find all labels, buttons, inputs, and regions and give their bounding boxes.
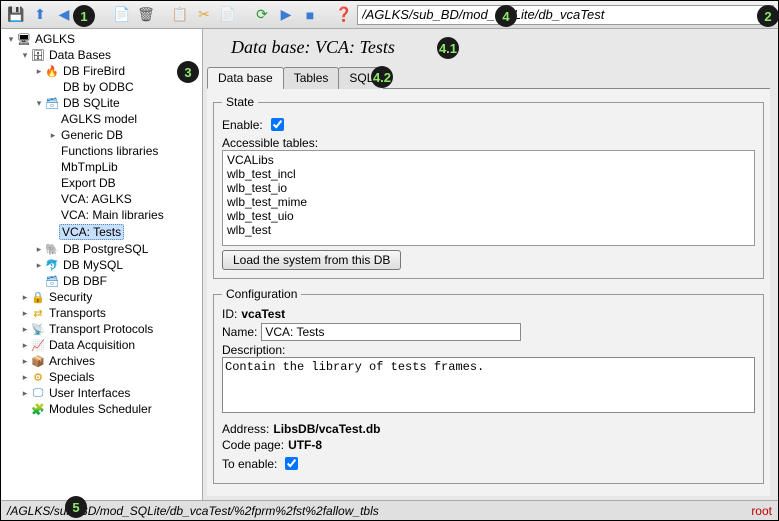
status-user[interactable]: root (751, 504, 772, 518)
page-title: Data base: VCA: Tests (207, 33, 770, 66)
tree-root[interactable]: AGLKS (33, 32, 77, 46)
list-item[interactable]: wlb_test_mime (225, 195, 752, 209)
mysql-icon: 🐬 (45, 258, 59, 272)
tree-vca-aglks[interactable]: VCA: AGLKS (59, 192, 134, 206)
ui-icon: 🖵 (31, 386, 45, 400)
stop-icon[interactable]: ■ (299, 4, 321, 26)
tree-transports[interactable]: Transports (47, 306, 108, 320)
tree-db-postgresql[interactable]: DB PostgreSQL (61, 242, 150, 256)
refresh-icon[interactable]: ⟳ (251, 4, 273, 26)
enable-label: Enable: (222, 118, 263, 132)
state-fieldset: State Enable: Accessible tables: VCALibs… (213, 95, 764, 279)
tree-vca-main-libs[interactable]: VCA: Main libraries (59, 208, 166, 222)
codepage-value: UTF-8 (288, 438, 322, 452)
config-fieldset: Configuration ID: vcaTest Name: Descripti… (213, 287, 764, 484)
tree-generic-db[interactable]: Generic DB (59, 128, 125, 142)
config-legend: Configuration (222, 287, 301, 301)
state-legend: State (222, 95, 258, 109)
tree-db-sqlite[interactable]: DB SQLite (61, 96, 122, 110)
help-icon[interactable]: ❓ (333, 4, 355, 26)
tree-db-firebird[interactable]: DB FireBird (61, 64, 127, 78)
load-system-button[interactable]: Load the system from this DB (222, 250, 401, 270)
tree-specials[interactable]: Specials (47, 370, 96, 384)
tabs: Data base Tables SQL (207, 66, 770, 89)
codepage-label: Code page: (222, 438, 284, 452)
tab-database[interactable]: Data base (207, 67, 284, 89)
id-label: ID: (222, 307, 237, 321)
name-label: Name: (222, 325, 257, 339)
protocols-icon: 📡 (31, 322, 45, 336)
id-value: vcaTest (241, 307, 285, 321)
address-value: LibsDB/vcaTest.db (273, 422, 380, 436)
copy-icon[interactable]: 📋 (169, 4, 191, 26)
address-input[interactable] (357, 5, 774, 25)
sqlite-icon: 🗃 (45, 96, 59, 110)
tree-functions-libraries[interactable]: Functions libraries (59, 144, 160, 158)
tree-mbtmplib[interactable]: MbTmpLib (59, 160, 120, 174)
tree-export-db[interactable]: Export DB (59, 176, 118, 190)
content-pane: Data base: VCA: Tests Data base Tables S… (203, 29, 778, 500)
enable-checkbox[interactable] (271, 118, 284, 131)
tree-db-dbf[interactable]: DB DBF (61, 274, 109, 288)
tree-archives[interactable]: Archives (47, 354, 97, 368)
tree-modules-scheduler[interactable]: Modules Scheduler (47, 402, 154, 416)
name-input[interactable] (261, 323, 521, 341)
db-group-icon: 🗄 (31, 48, 45, 62)
description-label: Description: (222, 343, 755, 357)
list-item[interactable]: wlb_test_uio (225, 209, 752, 223)
tab-tables[interactable]: Tables (283, 67, 340, 89)
scheduler-icon: 🧩 (31, 402, 45, 416)
archives-icon: 📦 (31, 354, 45, 368)
specials-icon: ⚙ (31, 370, 45, 384)
remove-item-icon[interactable]: 🗑 (135, 4, 157, 26)
forward-icon[interactable]: ▶ (77, 4, 99, 26)
back-icon[interactable]: ◀ (53, 4, 75, 26)
tree-db-mysql[interactable]: DB MySQL (61, 258, 125, 272)
tree-security[interactable]: Security (47, 290, 94, 304)
status-bar: /AGLKS/sub_BD/mod_SQLite/db_vcaTest/%2fp… (1, 500, 778, 520)
add-item-icon[interactable]: 📄 (111, 4, 133, 26)
postgresql-icon: 🐘 (45, 242, 59, 256)
address-label: Address: (222, 422, 269, 436)
list-item[interactable]: wlb_test_io (225, 181, 752, 195)
paste-icon[interactable]: 📄 (217, 4, 239, 26)
list-item[interactable]: VCALibs (225, 153, 752, 167)
tab-sql[interactable]: SQL (338, 67, 384, 89)
up-icon[interactable]: ⬆ (29, 4, 51, 26)
drive-icon[interactable]: 💾 (5, 4, 27, 26)
transports-icon: ⇄ (31, 306, 45, 320)
accessible-tables-list[interactable]: VCALibswlb_test_inclwlb_test_iowlb_test_… (222, 150, 755, 246)
cut-icon[interactable]: ✂ (193, 4, 215, 26)
security-icon: 🔒 (31, 290, 45, 304)
tree-data-acquisition[interactable]: Data Acquisition (47, 338, 137, 352)
accessible-tables-label: Accessible tables: (222, 136, 755, 150)
toenable-label: To enable: (222, 457, 277, 471)
status-path: /AGLKS/sub_BD/mod_SQLite/db_vcaTest/%2fp… (7, 504, 379, 518)
tree-databases[interactable]: Data Bases (47, 48, 113, 62)
list-item[interactable]: wlb_test (225, 223, 752, 237)
daq-icon: 📈 (31, 338, 45, 352)
description-textarea[interactable] (222, 357, 755, 413)
tree-pane[interactable]: ▾🖥AGLKS ▾🗄Data Bases ▸🔥DB FireBird DB by… (1, 29, 203, 500)
tree-transport-protocols[interactable]: Transport Protocols (47, 322, 155, 336)
dbf-icon: 🗃 (45, 274, 59, 288)
tree-db-odbc[interactable]: DB by ODBC (61, 80, 136, 94)
tree-aglks-model[interactable]: AGLKS model (59, 112, 139, 126)
toenable-checkbox[interactable] (285, 457, 298, 470)
station-icon: 🖥 (17, 32, 31, 46)
firebird-icon: 🔥 (45, 64, 59, 78)
tree-user-interfaces[interactable]: User Interfaces (47, 386, 132, 400)
toolbar: 💾 ⬆ ◀ ▶ 📄 🗑 📋 ✂ 📄 ⟳ ▶ ■ ❓ (1, 1, 778, 29)
run-icon[interactable]: ▶ (275, 4, 297, 26)
list-item[interactable]: wlb_test_incl (225, 167, 752, 181)
tree-vca-tests[interactable]: VCA: Tests (59, 224, 124, 240)
